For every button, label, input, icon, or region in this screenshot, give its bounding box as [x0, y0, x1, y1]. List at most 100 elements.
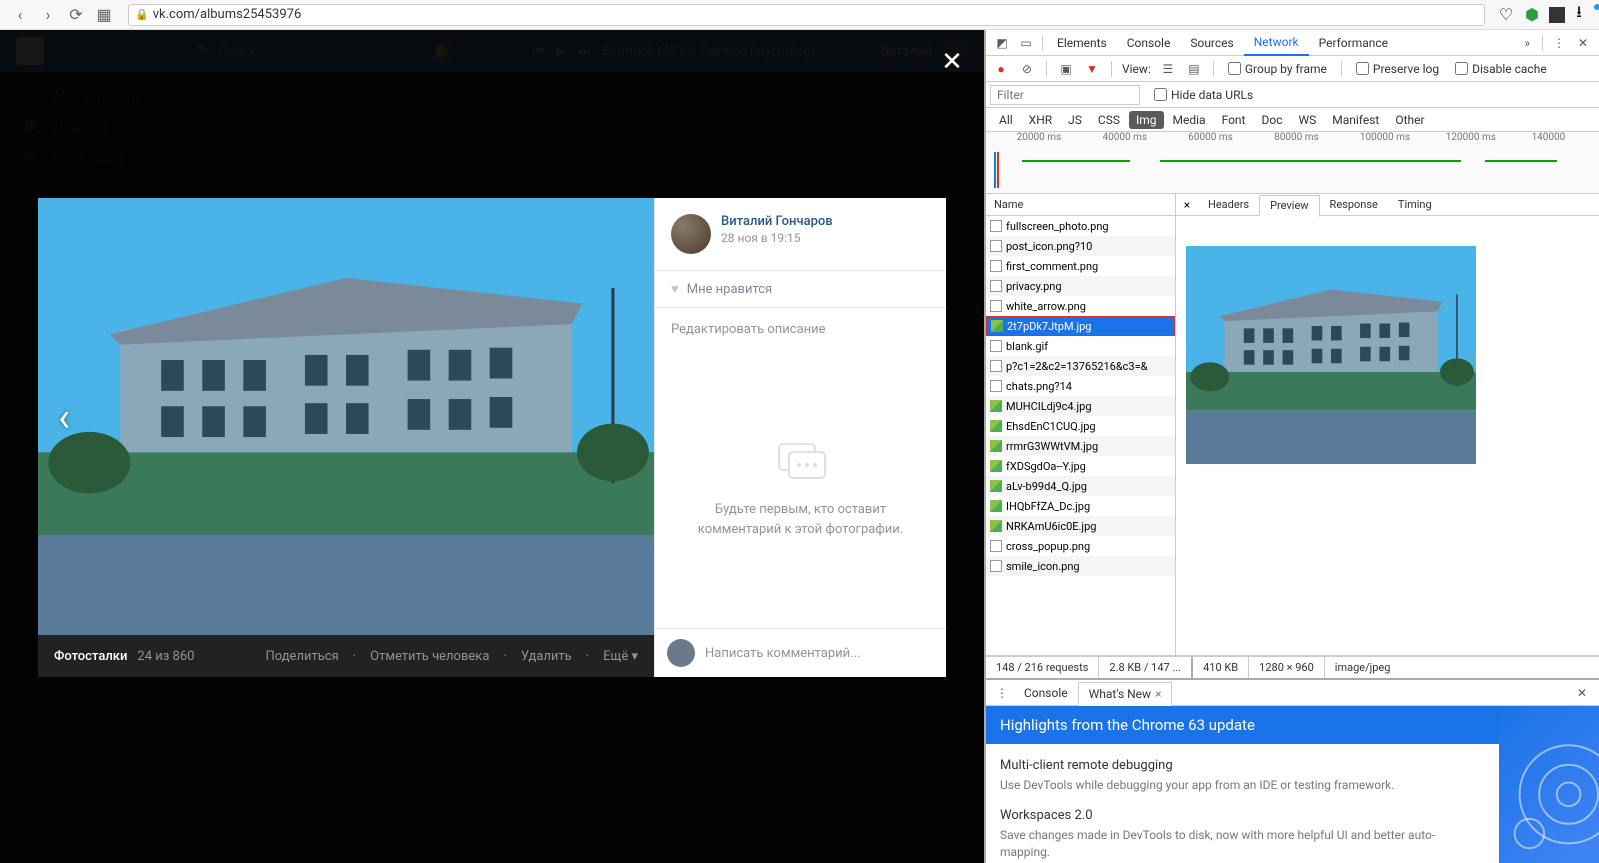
album-name[interactable]: Фотосталки [54, 649, 127, 664]
preserve-log-checkbox[interactable]: Preserve log [1350, 62, 1445, 76]
tab-sources[interactable]: Sources [1180, 30, 1243, 56]
type-doc[interactable]: Doc [1254, 111, 1289, 129]
camera-icon[interactable]: ▣ [1055, 58, 1077, 80]
devtools-menu-icon[interactable]: ⋮ [1547, 31, 1571, 55]
inspect-icon[interactable]: ◩ [990, 31, 1014, 55]
forward-button[interactable]: › [36, 3, 60, 27]
type-manifest[interactable]: Manifest [1325, 111, 1386, 129]
devtools-close-icon[interactable]: ✕ [1571, 31, 1595, 55]
record-icon[interactable]: ● [990, 58, 1012, 80]
request-row[interactable]: EhsdEnC1CUQ.jpg [986, 416, 1175, 436]
file-icon [990, 560, 1002, 572]
file-icon [990, 520, 1002, 532]
type-xhr[interactable]: XHR [1022, 111, 1059, 129]
tag-link[interactable]: Отметить человека [370, 649, 489, 664]
request-row[interactable]: IHQbFfZA_Dc.jpg [986, 496, 1175, 516]
filter-icon[interactable]: ▼ [1081, 58, 1103, 80]
request-row[interactable]: fXDSgdOa--Y.jpg [986, 456, 1175, 476]
wn-item-title[interactable]: Workspaces 2.0 [1000, 808, 1485, 823]
type-other[interactable]: Other [1388, 111, 1431, 129]
type-font[interactable]: Font [1215, 111, 1253, 129]
photo-area: ‹ Фотосталки 24 из 860 Поделиться· Отмет… [38, 198, 654, 677]
request-row[interactable]: NRKAmU6ic0E.jpg [986, 516, 1175, 536]
type-ws[interactable]: WS [1291, 111, 1323, 129]
photo-date: 28 ноя в 19:15 [721, 231, 833, 245]
tab-console[interactable]: Console [1117, 30, 1181, 56]
request-row[interactable]: blank.gif [986, 336, 1175, 356]
disable-cache-checkbox[interactable]: Disable cache [1449, 62, 1553, 76]
download-icon[interactable]: ⭳ [1573, 6, 1591, 24]
request-row[interactable]: cross_popup.png [986, 536, 1175, 556]
request-row[interactable]: MUHCILdj9c4.jpg [986, 396, 1175, 416]
device-icon[interactable]: ▭ [1014, 31, 1038, 55]
status-size: 2.8 KB / 147 ... [1099, 657, 1193, 678]
type-img[interactable]: Img [1129, 111, 1164, 129]
lock-icon: 🔒 [135, 8, 149, 21]
file-icon [990, 440, 1002, 452]
type-js[interactable]: JS [1061, 111, 1089, 129]
tab-performance[interactable]: Performance [1309, 30, 1398, 56]
tab-elements[interactable]: Elements [1047, 30, 1117, 56]
ptab-headers[interactable]: Headers [1198, 194, 1259, 216]
extension-icon[interactable] [1549, 7, 1565, 23]
request-name: fullscreen_photo.png [1006, 220, 1109, 233]
drawer-close-icon[interactable]: ✕ [1569, 686, 1595, 700]
share-link[interactable]: Поделиться [265, 649, 338, 664]
apps-button[interactable]: ▦ [92, 3, 116, 27]
request-row[interactable]: privacy.png [986, 276, 1175, 296]
request-row[interactable]: p?c1=2&c2=13765216&c3=& [986, 356, 1175, 376]
filter-input[interactable] [990, 85, 1140, 105]
request-name: NRKAmU6ic0E.jpg [1006, 520, 1096, 533]
drawer-tab-whatsnew[interactable]: What's New × [1078, 682, 1173, 706]
preview-pane: × Headers Preview Response Timing [1176, 194, 1599, 655]
request-row[interactable]: post_icon.png?10 [986, 236, 1175, 256]
wn-item-title[interactable]: Multi-client remote debugging [1000, 758, 1485, 773]
back-button[interactable]: ‹ [8, 3, 32, 27]
large-rows-icon[interactable]: ☰ [1157, 58, 1179, 80]
type-media[interactable]: Media [1166, 111, 1213, 129]
column-name[interactable]: Name [986, 194, 1175, 216]
hide-data-urls-checkbox[interactable]: Hide data URLs [1148, 88, 1259, 102]
request-row[interactable]: white_arrow.png [986, 296, 1175, 316]
tabs-overflow-icon[interactable]: » [1516, 36, 1538, 50]
type-filters: All XHR JS CSS Img Media Font Doc WS Man… [986, 108, 1599, 132]
like-button[interactable]: ♥ Мне нравится [655, 270, 946, 308]
request-row[interactable]: first_comment.png [986, 256, 1175, 276]
overview-icon[interactable]: ▤ [1183, 58, 1205, 80]
request-row[interactable]: rrmrG3WWtVM.jpg [986, 436, 1175, 456]
prev-photo-icon[interactable]: ‹ [58, 393, 70, 440]
address-bar[interactable]: 🔒 vk.com/albums25453976 [128, 4, 1485, 26]
heart-icon[interactable]: ♡ [1497, 6, 1515, 24]
adblock-icon[interactable]: ⬢ [1523, 6, 1541, 24]
author-name[interactable]: Виталий Гончаров [721, 214, 833, 229]
type-css[interactable]: CSS [1091, 111, 1127, 129]
group-by-frame-checkbox[interactable]: Group by frame [1222, 62, 1333, 76]
author-avatar[interactable] [671, 214, 711, 254]
request-name: blank.gif [1006, 340, 1048, 353]
request-row[interactable]: fullscreen_photo.png [986, 216, 1175, 236]
delete-link[interactable]: Удалить [521, 649, 572, 664]
more-link[interactable]: Ещё ▾ [603, 649, 638, 664]
request-row[interactable]: smile_icon.png [986, 556, 1175, 576]
tab-network[interactable]: Network [1244, 30, 1309, 56]
edit-description[interactable]: Редактировать описание [655, 308, 946, 351]
request-row[interactable]: chats.png?14 [986, 376, 1175, 396]
comment-input[interactable]: Написать комментарий... [705, 646, 934, 661]
request-row[interactable]: aLv-b99d4_Q.jpg [986, 476, 1175, 496]
type-all[interactable]: All [992, 111, 1020, 129]
close-icon[interactable]: ✕ [938, 48, 966, 76]
drawer-tab-console[interactable]: Console [1014, 681, 1078, 705]
request-row[interactable]: 2t7pDk7JtpM.jpg [986, 316, 1175, 336]
file-icon [990, 340, 1002, 352]
empty-comments: Будьте первым, кто оставит комментарий к… [655, 351, 946, 628]
clear-icon[interactable]: ⊘ [1016, 58, 1038, 80]
reload-button[interactable]: ⟳ [64, 3, 88, 27]
ptab-timing[interactable]: Timing [1388, 194, 1442, 216]
ptab-response[interactable]: Response [1320, 194, 1388, 216]
photo-image[interactable]: ‹ [38, 198, 654, 635]
request-name: IHQbFfZA_Dc.jpg [1006, 500, 1090, 513]
timeline[interactable]: 20000 ms 40000 ms 60000 ms 80000 ms 1000… [986, 132, 1599, 194]
close-preview-icon[interactable]: × [1176, 198, 1198, 212]
drawer-menu-icon[interactable]: ⋮ [990, 681, 1014, 705]
ptab-preview[interactable]: Preview [1259, 195, 1319, 217]
